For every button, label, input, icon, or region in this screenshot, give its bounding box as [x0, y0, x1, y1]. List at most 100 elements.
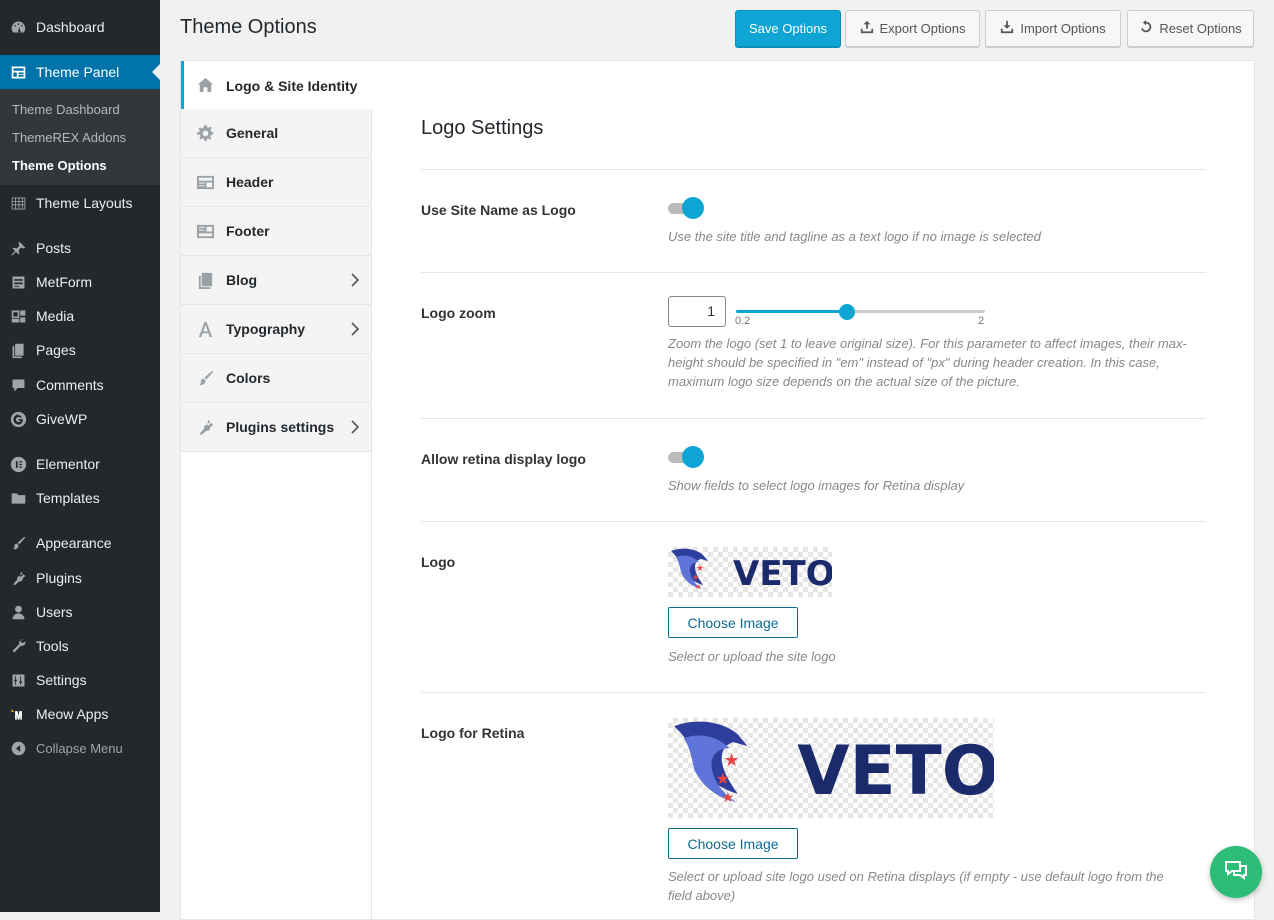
menu-item-theme-layouts[interactable]: Theme Layouts: [0, 186, 160, 220]
menu-item-appearance[interactable]: Appearance: [0, 526, 160, 560]
layouts-icon: [9, 194, 27, 212]
wrench-icon: [9, 637, 27, 655]
page-title: Theme Options: [180, 16, 317, 38]
menu-item-metform[interactable]: MetForm: [0, 265, 160, 299]
media-icon: [9, 307, 27, 325]
field-desc-logo: Select or upload the site logo: [668, 649, 836, 664]
footer-layout-icon: [195, 221, 215, 241]
pin-icon: [9, 239, 27, 257]
upload-icon: [860, 20, 874, 37]
pages-icon: [9, 341, 27, 359]
chevron-right-icon: [351, 322, 360, 336]
menu-item-templates[interactable]: Templates: [0, 481, 160, 515]
menu-item-plugins[interactable]: Plugins: [0, 561, 160, 595]
save-options-button[interactable]: Save Options: [735, 10, 841, 47]
menu-item-givewp[interactable]: GiveWP: [0, 402, 160, 436]
menu-item-tools[interactable]: Tools: [0, 629, 160, 663]
admin-sidebar: Dashboard Theme Panel Theme Dashboard Th…: [0, 0, 160, 912]
svg-text:★: ★: [716, 769, 730, 788]
divider: [421, 418, 1206, 419]
home-icon: [195, 76, 215, 96]
field-label-logo-zoom: Logo zoom: [421, 305, 496, 321]
submenu-theme-dashboard[interactable]: Theme Dashboard: [12, 102, 120, 117]
field-desc-site-name-logo: Use the site title and tagline as a text…: [668, 229, 1041, 244]
slider-handle[interactable]: [839, 304, 855, 320]
main-area: Theme Options Save Options Export Option…: [160, 0, 1274, 920]
give-icon: [9, 410, 27, 428]
comments-icon: [9, 376, 27, 394]
svg-text:★: ★: [695, 583, 701, 591]
user-icon: [9, 603, 27, 621]
field-desc-logo-retina: Select or upload site logo used on Retin…: [668, 869, 1164, 903]
chat-button[interactable]: [1210, 846, 1262, 898]
download-icon: [1000, 20, 1014, 37]
menu-item-comments[interactable]: Comments: [0, 368, 160, 402]
reset-icon: [1139, 20, 1153, 37]
retina-toggle[interactable]: [668, 446, 704, 468]
svg-text:★: ★: [722, 790, 734, 806]
options-panel: Logo & Site Identity General Header Foot…: [180, 60, 1255, 920]
collapse-menu-button[interactable]: Collapse Menu: [0, 731, 160, 765]
field-label-logo: Logo: [421, 554, 456, 570]
menu-item-dashboard[interactable]: Dashboard: [0, 10, 160, 44]
brush-icon: [9, 534, 27, 552]
meow-icon: [9, 705, 27, 723]
blog-icon: [195, 270, 215, 290]
submenu-theme-options[interactable]: Theme Options: [12, 158, 107, 173]
chevron-right-icon: [351, 420, 360, 434]
svg-text:VETO: VETO: [797, 731, 994, 810]
divider: [421, 272, 1206, 273]
sliders-icon: [9, 671, 27, 689]
menu-item-users[interactable]: Users: [0, 595, 160, 629]
typography-icon: [195, 319, 215, 339]
tab-header[interactable]: Header: [181, 158, 371, 207]
import-options-button[interactable]: Import Options: [985, 10, 1121, 47]
chevron-right-icon: [351, 273, 360, 287]
field-desc-retina: Show fields to select logo images for Re…: [668, 478, 965, 493]
plugin-icon: [195, 417, 215, 437]
retina-logo-preview-image: ★ ★ ★ VETO: [668, 718, 994, 818]
logo-zoom-slider[interactable]: [736, 304, 986, 320]
menu-item-meow-apps[interactable]: Meow Apps: [0, 697, 160, 731]
gear-icon: [195, 123, 215, 143]
divider: [421, 521, 1206, 522]
veto-logo: ★ ★ ★ VETO: [673, 721, 994, 810]
tab-blog[interactable]: Blog: [181, 256, 371, 305]
chat-bubbles-icon: [1222, 856, 1250, 889]
form-icon: [9, 273, 27, 291]
options-tabs: Logo & Site Identity General Header Foot…: [181, 61, 372, 919]
tab-colors[interactable]: Colors: [181, 354, 371, 403]
field-label-site-name-logo: Use Site Name as Logo: [421, 202, 576, 218]
menu-item-pages[interactable]: Pages: [0, 333, 160, 367]
divider: [421, 692, 1206, 693]
logo-zoom-input[interactable]: 1: [668, 296, 726, 327]
export-options-button[interactable]: Export Options: [845, 10, 980, 47]
slider-min-label: 0.2: [735, 315, 751, 327]
theme-panel-icon: [9, 63, 27, 81]
menu-item-theme-panel[interactable]: Theme Panel: [0, 55, 160, 89]
choose-retina-logo-button[interactable]: Choose Image: [668, 828, 798, 859]
field-label-retina: Allow retina display logo: [421, 451, 586, 467]
menu-item-media[interactable]: Media: [0, 299, 160, 333]
svg-text:★: ★: [692, 573, 699, 582]
site-name-logo-toggle[interactable]: [668, 197, 704, 219]
elementor-icon: [9, 455, 27, 473]
veto-logo: ★ ★ ★ VETO: [671, 548, 832, 594]
menu-item-posts[interactable]: Posts: [0, 231, 160, 265]
tab-footer[interactable]: Footer: [181, 207, 371, 256]
tab-plugins-settings[interactable]: Plugins settings: [181, 403, 371, 452]
divider: [421, 169, 1206, 170]
tab-logo-site-identity[interactable]: Logo & Site Identity: [181, 61, 372, 110]
choose-logo-button[interactable]: Choose Image: [668, 607, 798, 638]
reset-options-button[interactable]: Reset Options: [1127, 10, 1254, 47]
brush-icon: [195, 368, 215, 388]
tab-general[interactable]: General: [181, 109, 371, 158]
svg-text:VETO: VETO: [733, 554, 832, 594]
menu-item-elementor[interactable]: Elementor: [0, 447, 160, 481]
submenu-themerex-addons[interactable]: ThemeREX Addons: [12, 130, 126, 145]
slider-max-label: 2: [978, 315, 985, 327]
logo-preview-image: ★ ★ ★ VETO: [668, 547, 832, 597]
menu-item-settings[interactable]: Settings: [0, 663, 160, 697]
field-label-logo-retina: Logo for Retina: [421, 725, 525, 741]
tab-typography[interactable]: Typography: [181, 305, 371, 354]
